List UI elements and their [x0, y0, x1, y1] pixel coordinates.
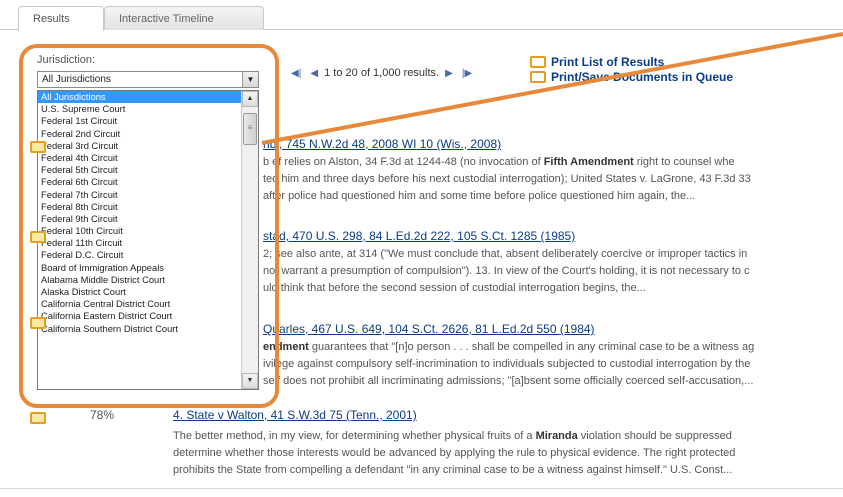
printer-icon [530, 56, 546, 68]
snippet-line: after police had questioned him and some… [263, 188, 843, 205]
snippet-text: prohibits the State from compelling a de… [173, 464, 733, 476]
snippet-text: ted him and three days before his next c… [263, 173, 751, 185]
snippet-text: guarantees that "[n]o person . . . shall… [308, 341, 755, 353]
first-page-icon[interactable]: ◀| [291, 68, 301, 79]
snippet-line: ted him and three days before his next c… [263, 171, 843, 188]
snippet-line: not warrant a presumption of compulsion"… [263, 263, 843, 280]
snippet-text: uld think that before the second session… [263, 282, 646, 294]
snippet-line: ivilege against compulsory self-incrimin… [263, 356, 843, 373]
snippet-text: not warrant a presumption of compulsion"… [263, 265, 750, 277]
snippet-line: prohibits the State from compelling a de… [173, 462, 843, 479]
result-snippet: b ef relies on Alston, 34 F.3d at 1244-4… [263, 154, 843, 205]
snippet-line: The better method, in my view, for deter… [173, 428, 843, 445]
snippet-text: self does not prohibit all incriminating… [263, 375, 754, 387]
result-title-link[interactable]: Quarles, 467 U.S. 649, 104 S.Ct. 2626, 8… [263, 322, 595, 336]
pagination: ◀| ◀ 1 to 20 of 1,000 results. ▶ |▶ [288, 67, 475, 79]
divider [0, 488, 843, 489]
result-snippet: 2; see also ante, at 314 ("We must concl… [263, 246, 843, 297]
tab-results[interactable]: Results [18, 6, 104, 31]
search-term-highlight: Fifth Amendment [543, 156, 634, 168]
prev-page-icon[interactable]: ◀ [310, 68, 318, 79]
snippet-line: self does not prohibit all incriminating… [263, 373, 843, 390]
highlight-box [19, 44, 279, 408]
relevance-score: 78% [90, 408, 115, 422]
print-list-link[interactable]: Print List of Results [530, 55, 664, 69]
search-term-highlight: Miranda [535, 430, 578, 442]
print-queue-label: Print/Save Documents in Queue [551, 70, 734, 84]
results-count: 1 to 20 of 1,000 results. [324, 67, 440, 79]
snippet-text: ivilege against compulsory self-incrimin… [263, 358, 751, 370]
snippet-text: 2; see also ante, at 314 ("We must concl… [263, 248, 748, 260]
snippet-line: determine whether those interests would … [173, 445, 843, 462]
result-title-link[interactable]: nbi, 745 N.W.2d 48, 2008 WI 10 (Wis., 20… [263, 137, 501, 151]
snippet-text: The better method, in my view, for deter… [173, 430, 536, 442]
result-snippet: The better method, in my view, for deter… [173, 428, 843, 479]
print-queue-link[interactable]: Print/Save Documents in Queue [530, 70, 733, 84]
tab-interactive-timeline[interactable]: Interactive Timeline [104, 6, 264, 31]
snippet-line: b ef relies on Alston, 34 F.3d at 1244-4… [263, 154, 843, 171]
tab-bar: Results Interactive Timeline [0, 0, 843, 31]
next-page-icon[interactable]: ▶ [445, 68, 453, 79]
snippet-line: uld think that before the second session… [263, 280, 843, 297]
result-title-link[interactable]: stad, 470 U.S. 298, 84 L.Ed.2d 222, 105 … [263, 229, 575, 243]
snippet-text: after police had questioned him and some… [263, 190, 696, 202]
snippet-line: 2; see also ante, at 314 ("We must concl… [263, 246, 843, 263]
snippet-text: determine whether those interests would … [173, 447, 736, 459]
snippet-text: b ef relies on Alston, 34 F.3d at 1244-4… [263, 156, 544, 168]
snippet-line: endment guarantees that "[n]o person . .… [263, 339, 843, 356]
result-title-link[interactable]: 4. State v Walton, 41 S.W.3d 75 (Tenn., … [173, 408, 417, 422]
queue-folder-icon[interactable] [28, 410, 46, 424]
last-page-icon[interactable]: |▶ [462, 68, 472, 79]
print-list-label: Print List of Results [551, 55, 665, 69]
snippet-text: right to counsel whe [633, 156, 735, 168]
snippet-text: violation should be suppressed [577, 430, 732, 442]
result-snippet: endment guarantees that "[n]o person . .… [263, 339, 843, 390]
printer-icon [530, 71, 546, 83]
